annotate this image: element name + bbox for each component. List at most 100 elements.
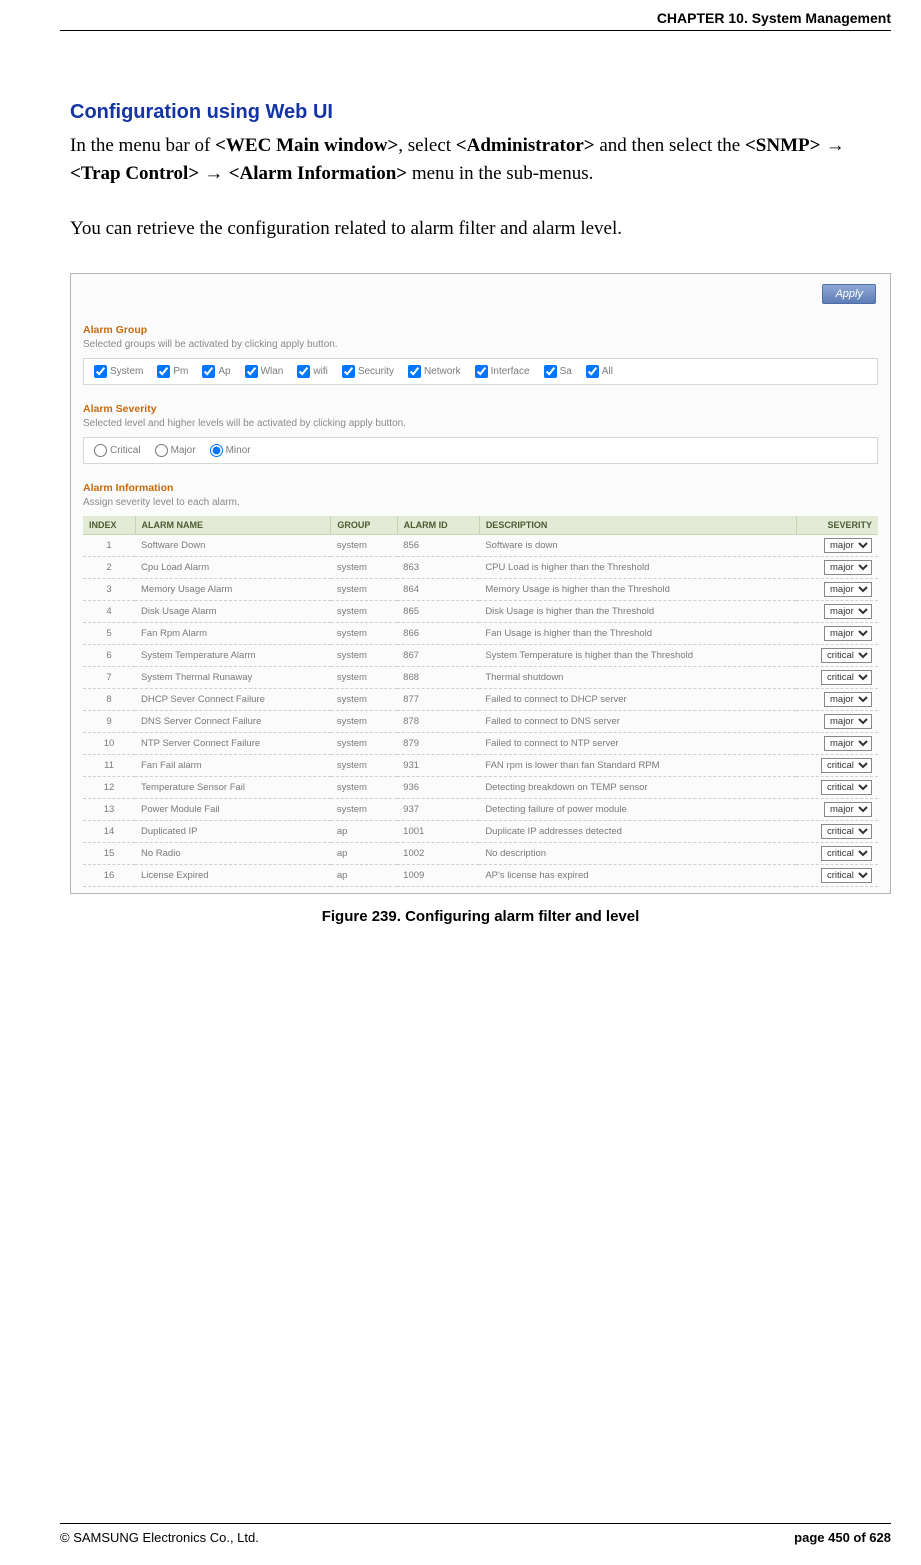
severity-radio[interactable] [210,444,223,457]
alarm-group-box: SystemPmApWlanwifiSecurityNetworkInterfa… [83,358,878,385]
table-cell: 856 [397,534,479,556]
arrow-1: → [820,135,844,156]
severity-select[interactable]: major [824,626,872,641]
table-row: 11Fan Fail alarmsystem931FAN rpm is lowe… [83,754,878,776]
table-header-cell: DESCRIPTION [479,516,796,535]
table-cell: 6 [83,644,135,666]
group-checkbox[interactable] [202,365,215,378]
table-cell: 1009 [397,864,479,886]
severity-select[interactable]: critical [821,824,872,839]
table-cell: system [331,534,397,556]
table-cell: Software is down [479,534,796,556]
severity-select[interactable]: critical [821,670,872,685]
table-cell: Failed to connect to DHCP server [479,688,796,710]
table-row: 13Power Module Failsystem937Detecting fa… [83,798,878,820]
group-checkbox[interactable] [544,365,557,378]
table-cell: 867 [397,644,479,666]
severity-select[interactable]: major [824,582,872,597]
group-label: Wlan [261,366,284,377]
group-item: Interface [475,365,530,378]
group-label: wifi [313,366,327,377]
table-cell: 3 [83,578,135,600]
table-row: 10NTP Server Connect Failuresystem879Fai… [83,732,878,754]
table-cell-severity: major [796,556,878,578]
severity-select[interactable]: critical [821,780,872,795]
alarm-severity-box: CriticalMajorMinor [83,437,878,464]
group-item: All [586,365,613,378]
table-cell: 864 [397,578,479,600]
severity-select[interactable]: major [824,560,872,575]
intro-t1: , select [398,135,456,156]
table-cell: Disk Usage Alarm [135,600,331,622]
group-item: Ap [202,365,230,378]
group-item: wifi [297,365,327,378]
group-checkbox[interactable] [586,365,599,378]
intro-line2: You can retrieve the configuration relat… [70,215,891,243]
group-item: Network [408,365,461,378]
table-row: 16License Expiredap1009AP's license has … [83,864,878,886]
table-cell-severity: major [796,732,878,754]
table-cell-severity: critical [796,842,878,864]
severity-radio[interactable] [155,444,168,457]
table-cell: 865 [397,600,479,622]
table-cell: 1001 [397,820,479,842]
table-cell: system [331,754,397,776]
table-cell: 878 [397,710,479,732]
group-label: Interface [491,366,530,377]
table-cell: 868 [397,666,479,688]
table-cell: System Temperature Alarm [135,644,331,666]
severity-select[interactable]: critical [821,758,872,773]
table-cell: Cpu Load Alarm [135,556,331,578]
group-item: Pm [157,365,188,378]
severity-item: Minor [210,444,251,457]
table-cell: 7 [83,666,135,688]
severity-select[interactable]: major [824,692,872,707]
severity-select[interactable]: major [824,802,872,817]
group-checkbox[interactable] [408,365,421,378]
table-cell-severity: major [796,534,878,556]
table-cell: Failed to connect to DNS server [479,710,796,732]
table-cell: system [331,710,397,732]
table-header-cell: GROUP [331,516,397,535]
group-checkbox[interactable] [342,365,355,378]
table-cell: system [331,578,397,600]
severity-select[interactable]: critical [821,648,872,663]
table-cell: 8 [83,688,135,710]
severity-select[interactable]: critical [821,868,872,883]
table-cell: Failed to connect to NTP server [479,732,796,754]
menu-trap: <Trap Control> [70,163,199,184]
group-checkbox[interactable] [245,365,258,378]
table-cell: Software Down [135,534,331,556]
table-cell: system [331,622,397,644]
table-cell: No description [479,842,796,864]
table-cell: 13 [83,798,135,820]
severity-radio[interactable] [94,444,107,457]
group-checkbox[interactable] [157,365,170,378]
group-label: System [110,366,143,377]
group-checkbox[interactable] [94,365,107,378]
table-cell: 877 [397,688,479,710]
table-cell: Thermal shutdown [479,666,796,688]
severity-select[interactable]: major [824,714,872,729]
table-cell: 879 [397,732,479,754]
severity-select[interactable]: major [824,604,872,619]
table-cell-severity: critical [796,754,878,776]
alarm-group-title: Alarm Group [83,324,878,336]
table-cell: system [331,666,397,688]
table-cell-severity: major [796,798,878,820]
table-cell: system [331,644,397,666]
table-cell: system [331,600,397,622]
apply-button[interactable]: Apply [822,284,876,304]
severity-select[interactable]: critical [821,846,872,861]
group-item: Sa [544,365,572,378]
table-cell-severity: major [796,622,878,644]
severity-select[interactable]: major [824,736,872,751]
intro-prefix: In the menu bar of [70,135,215,156]
group-checkbox[interactable] [475,365,488,378]
severity-select[interactable]: major [824,538,872,553]
severity-item: Major [155,444,196,457]
table-cell-severity: critical [796,644,878,666]
table-cell: system [331,776,397,798]
group-checkbox[interactable] [297,365,310,378]
table-cell: Duplicate IP addresses detected [479,820,796,842]
